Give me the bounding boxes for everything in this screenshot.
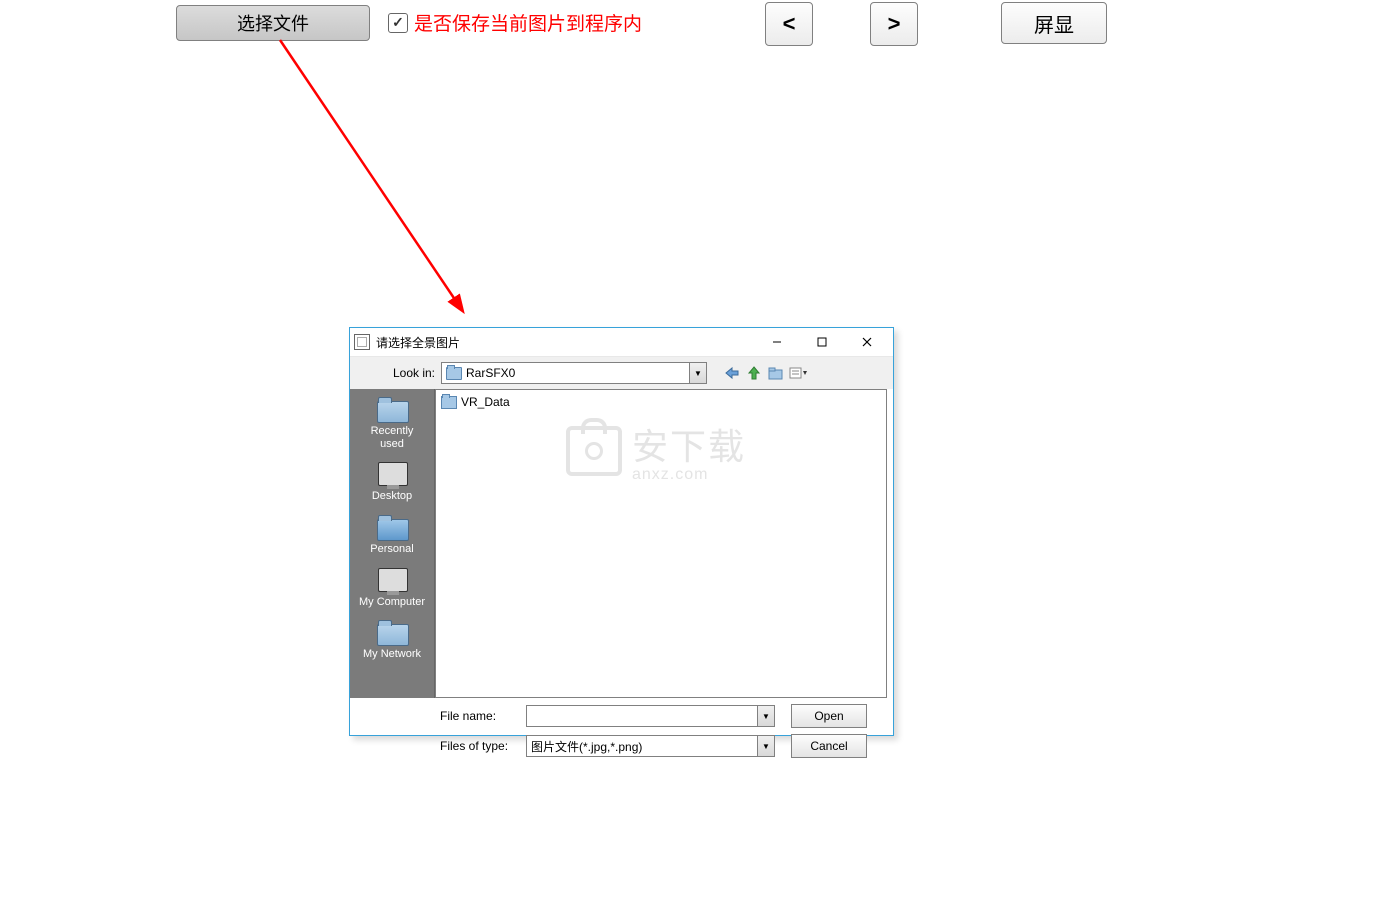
dialog-bottom-rows: File name: ▼ Open Files of type: 图片文件(*.… (350, 704, 893, 766)
nav-icons (723, 364, 807, 382)
file-list[interactable]: VR_Data 安下载 anxz.com (435, 389, 887, 698)
folder-icon (446, 367, 462, 380)
places-my-computer[interactable]: My Computer (350, 564, 434, 617)
places-desktop[interactable]: Desktop (350, 458, 434, 511)
dialog-titlebar[interactable]: 请选择全景图片 (350, 328, 893, 357)
places-label: My Network (352, 648, 432, 661)
chevron-down-icon: ▼ (689, 363, 706, 383)
chevron-down-icon: ▼ (757, 736, 774, 756)
maximize-button[interactable] (799, 328, 844, 356)
places-label: Desktop (352, 490, 432, 503)
annotation-arrow-icon (250, 30, 510, 330)
next-button[interactable]: > (870, 2, 918, 46)
home-folder-icon (377, 519, 409, 541)
places-my-network[interactable]: My Network (350, 616, 434, 669)
folder-icon (377, 401, 409, 423)
computer-icon (378, 568, 408, 592)
places-label: My Computer (352, 596, 432, 609)
file-item-name: VR_Data (461, 395, 510, 409)
filetype-label: Files of type: (440, 739, 526, 753)
bag-icon (566, 426, 622, 476)
filetype-combo[interactable]: 图片文件(*.jpg,*.png) ▼ (526, 735, 775, 757)
save-image-checkbox-label: 是否保存当前图片到程序内 (414, 9, 642, 36)
new-folder-icon[interactable] (767, 364, 785, 382)
filetype-value: 图片文件(*.jpg,*.png) (531, 738, 642, 755)
dialog-title: 请选择全景图片 (376, 334, 754, 351)
close-button[interactable] (844, 328, 889, 356)
filename-label: File name: (440, 709, 526, 723)
places-label: Personal (352, 543, 432, 556)
places-bar: Recently used Desktop Personal My Comput… (350, 389, 435, 698)
file-open-dialog: 请选择全景图片 Look in: RarSFX0 ▼ (349, 327, 894, 736)
filename-row: File name: ▼ Open (440, 704, 885, 728)
save-image-checkbox[interactable]: ✓ 是否保存当前图片到程序内 (388, 9, 642, 36)
watermark: 安下载 anxz.com (566, 418, 746, 484)
list-item[interactable]: VR_Data (440, 394, 882, 410)
places-personal[interactable]: Personal (350, 511, 434, 564)
filename-input[interactable]: ▼ (526, 705, 775, 727)
filetype-row: Files of type: 图片文件(*.jpg,*.png) ▼ Cance… (440, 734, 885, 758)
prev-button[interactable]: < (765, 2, 813, 46)
places-recently-used[interactable]: Recently used (350, 393, 434, 458)
lookin-value: RarSFX0 (466, 366, 515, 380)
lookin-combo[interactable]: RarSFX0 ▼ (441, 362, 707, 384)
top-toolbar: 选择文件 ✓ 是否保存当前图片到程序内 < > 屏显 (0, 0, 1374, 46)
places-label: Recently used (352, 425, 432, 450)
chevron-down-icon: ▼ (757, 706, 774, 726)
network-folder-icon (377, 624, 409, 646)
lookin-label: Look in: (350, 366, 435, 380)
view-menu-icon[interactable] (789, 364, 807, 382)
checkmark-icon: ✓ (388, 13, 408, 33)
folder-icon (441, 396, 457, 409)
minimize-button[interactable] (754, 328, 799, 356)
back-icon[interactable] (723, 364, 741, 382)
desktop-icon (378, 462, 408, 486)
dialog-app-icon (354, 334, 370, 350)
screen-display-button[interactable]: 屏显 (1001, 2, 1107, 44)
window-controls (754, 328, 889, 356)
up-one-level-icon[interactable] (745, 364, 763, 382)
watermark-en: anxz.com (632, 466, 708, 484)
dialog-body: Recently used Desktop Personal My Comput… (350, 389, 893, 698)
lookin-row: Look in: RarSFX0 ▼ (350, 357, 893, 389)
watermark-zh: 安下载 (632, 418, 746, 470)
open-button[interactable]: Open (791, 704, 867, 728)
select-file-button[interactable]: 选择文件 (176, 5, 370, 41)
cancel-button[interactable]: Cancel (791, 734, 867, 758)
